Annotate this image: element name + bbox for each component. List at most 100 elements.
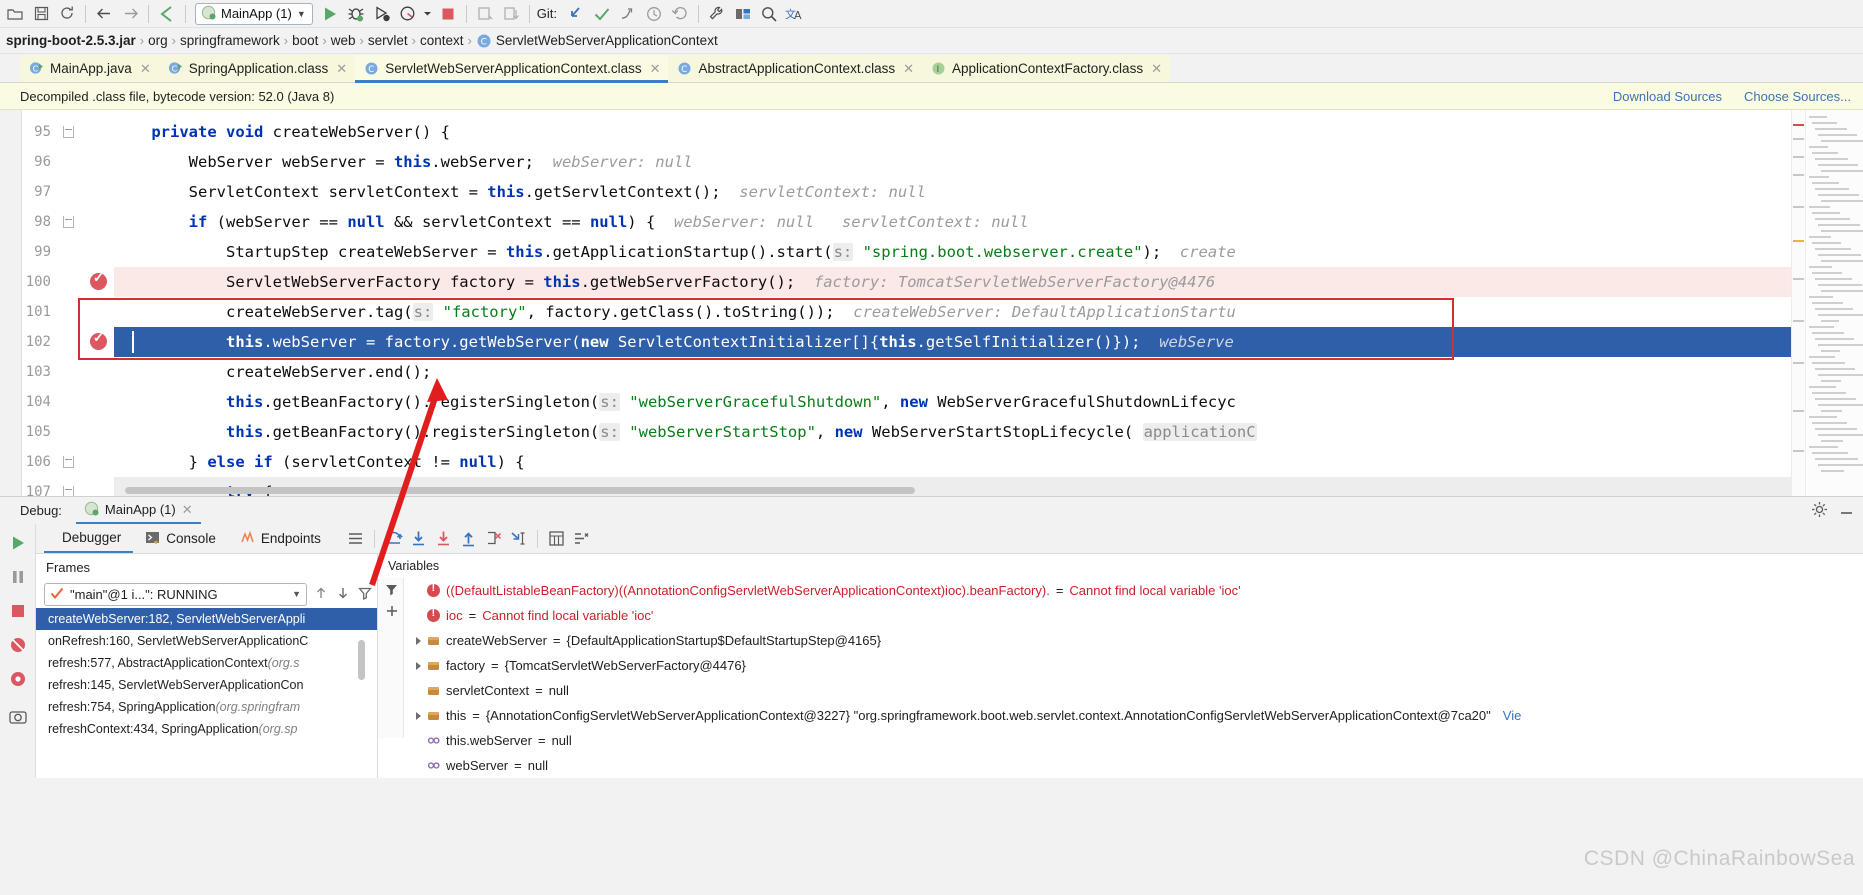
variable-row[interactable]: servletContext=null xyxy=(404,678,1863,703)
editor-error-stripe[interactable] xyxy=(1791,110,1805,496)
breadcrumb-item-class[interactable]: C ServletWebServerApplicationContext xyxy=(472,33,722,49)
profiler-icon[interactable] xyxy=(395,2,421,26)
arrow-up-icon[interactable] xyxy=(313,585,329,604)
error-stripe-mark[interactable] xyxy=(1793,410,1804,412)
chevron-right-icon[interactable] xyxy=(416,712,421,720)
camera-icon[interactable] xyxy=(7,706,29,728)
gutter-row[interactable]: 101 xyxy=(22,297,114,327)
error-stripe-mark[interactable] xyxy=(1793,124,1804,126)
close-icon[interactable]: ✕ xyxy=(1149,61,1162,77)
frame-list-item[interactable]: refresh:754, SpringApplication (org.spri… xyxy=(36,696,377,718)
chevron-down-icon[interactable]: ▼ xyxy=(292,589,301,599)
gutter-row[interactable]: 99 xyxy=(22,237,114,267)
view-link[interactable]: Vie xyxy=(1503,708,1522,723)
run-icon[interactable] xyxy=(317,2,343,26)
code-line[interactable]: this.getBeanFactory().registerSingleton(… xyxy=(114,417,1791,447)
editor-gutter[interactable]: 9596979899100101102103104105106107 xyxy=(22,110,114,496)
pause-icon[interactable] xyxy=(7,566,29,588)
breadcrumb-item-org[interactable]: org xyxy=(144,33,172,48)
breadcrumb-item-springframework[interactable]: springframework xyxy=(176,33,284,48)
frame-list-item[interactable]: createWebServer:182, ServletWebServerApp… xyxy=(36,608,377,630)
variables-list[interactable]: ((DefaultListableBeanFactory)((Annotatio… xyxy=(404,578,1863,778)
variable-row[interactable]: factory={TomcatServletWebServerFactory@4… xyxy=(404,653,1863,678)
code-line[interactable]: WebServer webServer = this.webServer; we… xyxy=(114,147,1791,177)
tab-console[interactable]: Console xyxy=(133,524,228,553)
gutter-row[interactable]: 106 xyxy=(22,447,114,477)
error-stripe-mark[interactable] xyxy=(1793,362,1804,364)
variable-row[interactable]: createWebServer={DefaultApplicationStart… xyxy=(404,628,1863,653)
code-line[interactable]: StartupStep createWebServer = this.getAp… xyxy=(114,237,1791,267)
gutter-row[interactable]: 96 xyxy=(22,147,114,177)
run-to-cursor-icon[interactable] xyxy=(506,527,531,551)
step-over-icon[interactable] xyxy=(381,527,406,551)
fold-marker-icon[interactable] xyxy=(63,126,74,138)
git-rollback-icon[interactable] xyxy=(667,2,693,26)
editor-minimap[interactable] xyxy=(1805,110,1863,496)
drop-frame-icon[interactable] xyxy=(481,527,506,551)
frame-list-item[interactable]: refreshContext:434, SpringApplication (o… xyxy=(36,718,377,740)
git-push-icon[interactable] xyxy=(615,2,641,26)
sync-icon[interactable] xyxy=(54,2,80,26)
choose-sources-link[interactable]: Choose Sources... xyxy=(1744,89,1851,104)
gutter-row[interactable]: 105 xyxy=(22,417,114,447)
add-watch-icon[interactable] xyxy=(385,604,399,621)
chevron-right-icon[interactable] xyxy=(416,662,421,670)
back-icon[interactable] xyxy=(91,2,117,26)
gutter-row[interactable]: 100 xyxy=(22,267,114,297)
frame-list-item[interactable]: refresh:577, AbstractApplicationContext … xyxy=(36,652,377,674)
code-line[interactable]: ServletContext servletContext = this.get… xyxy=(114,177,1791,207)
code-line[interactable]: private void createWebServer() { xyxy=(114,117,1791,147)
error-stripe-mark[interactable] xyxy=(1793,278,1804,280)
resume-icon[interactable] xyxy=(7,532,29,554)
editor-tab-abstractapplicationcontext[interactable]: C AbstractApplicationContext.class ✕ xyxy=(668,55,922,82)
error-stripe-mark[interactable] xyxy=(1793,156,1804,158)
debug-session-tab[interactable]: MainApp (1) ✕ xyxy=(76,498,201,524)
open-icon[interactable] xyxy=(2,2,28,26)
view-breakpoints-icon[interactable] xyxy=(7,668,29,690)
layout-icon[interactable] xyxy=(730,2,756,26)
stop-icon[interactable] xyxy=(435,2,461,26)
variable-row[interactable]: ((DefaultListableBeanFactory)((Annotatio… xyxy=(404,578,1863,603)
update-icon[interactable] xyxy=(498,2,524,26)
step-into-icon[interactable] xyxy=(406,527,431,551)
frame-list-item[interactable]: refresh:145, ServletWebServerApplication… xyxy=(36,674,377,696)
back-arrow-green-icon[interactable] xyxy=(154,2,180,26)
stop-icon[interactable] xyxy=(7,600,29,622)
gutter-row[interactable]: 102 xyxy=(22,327,114,357)
editor-horizontal-scrollbar[interactable] xyxy=(125,487,915,494)
profiler-dropdown-icon[interactable] xyxy=(421,2,435,26)
code-line[interactable]: createWebServer.end(); xyxy=(114,357,1791,387)
git-history-icon[interactable] xyxy=(641,2,667,26)
editor-tab-applicationcontextfactory[interactable]: I ApplicationContextFactory.class ✕ xyxy=(922,55,1170,82)
error-stripe-mark[interactable] xyxy=(1793,320,1804,322)
fold-marker-icon[interactable] xyxy=(63,456,74,468)
editor-tab-mainapp[interactable]: C MainApp.java ✕ xyxy=(20,55,159,82)
settings-grid-icon[interactable] xyxy=(569,527,594,551)
breadcrumb-item-jar[interactable]: spring-boot-2.5.3.jar xyxy=(2,33,140,48)
code-line[interactable]: if (webServer == null && servletContext … xyxy=(114,207,1791,237)
chevron-right-icon[interactable] xyxy=(416,637,421,645)
run-configuration-selector[interactable]: MainApp (1) ▼ xyxy=(195,3,313,25)
code-line[interactable]: } else if (servletContext != null) { xyxy=(114,447,1791,477)
frames-scrollbar[interactable] xyxy=(358,640,365,680)
save-icon[interactable] xyxy=(28,2,54,26)
wrench-icon[interactable] xyxy=(704,2,730,26)
variable-row[interactable]: this={AnnotationConfigServletWebServerAp… xyxy=(404,703,1863,728)
variable-row[interactable]: this.webServer=null xyxy=(404,728,1863,753)
error-stripe-mark[interactable] xyxy=(1793,138,1804,140)
frame-list-item[interactable]: onRefresh:160, ServletWebServerApplicati… xyxy=(36,630,377,652)
tab-endpoints[interactable]: Endpoints xyxy=(228,524,333,553)
breadcrumb-item-web[interactable]: web xyxy=(327,33,360,48)
gutter-row[interactable]: 95 xyxy=(22,117,114,147)
frames-list[interactable]: createWebServer:182, ServletWebServerApp… xyxy=(36,608,377,740)
breakpoint-icon[interactable] xyxy=(90,273,107,290)
minimize-icon[interactable] xyxy=(1838,501,1855,521)
forward-icon[interactable] xyxy=(117,2,143,26)
code-line[interactable]: createWebServer.tag(s: "factory", factor… xyxy=(114,297,1791,327)
variable-row[interactable]: ioc=Cannot find local variable 'ioc' xyxy=(404,603,1863,628)
step-out-icon[interactable] xyxy=(456,527,481,551)
breadcrumb-item-servlet[interactable]: servlet xyxy=(364,33,412,48)
breakpoint-icon[interactable] xyxy=(90,333,107,350)
arrow-down-icon[interactable] xyxy=(335,585,351,604)
gutter-row[interactable]: 97 xyxy=(22,177,114,207)
